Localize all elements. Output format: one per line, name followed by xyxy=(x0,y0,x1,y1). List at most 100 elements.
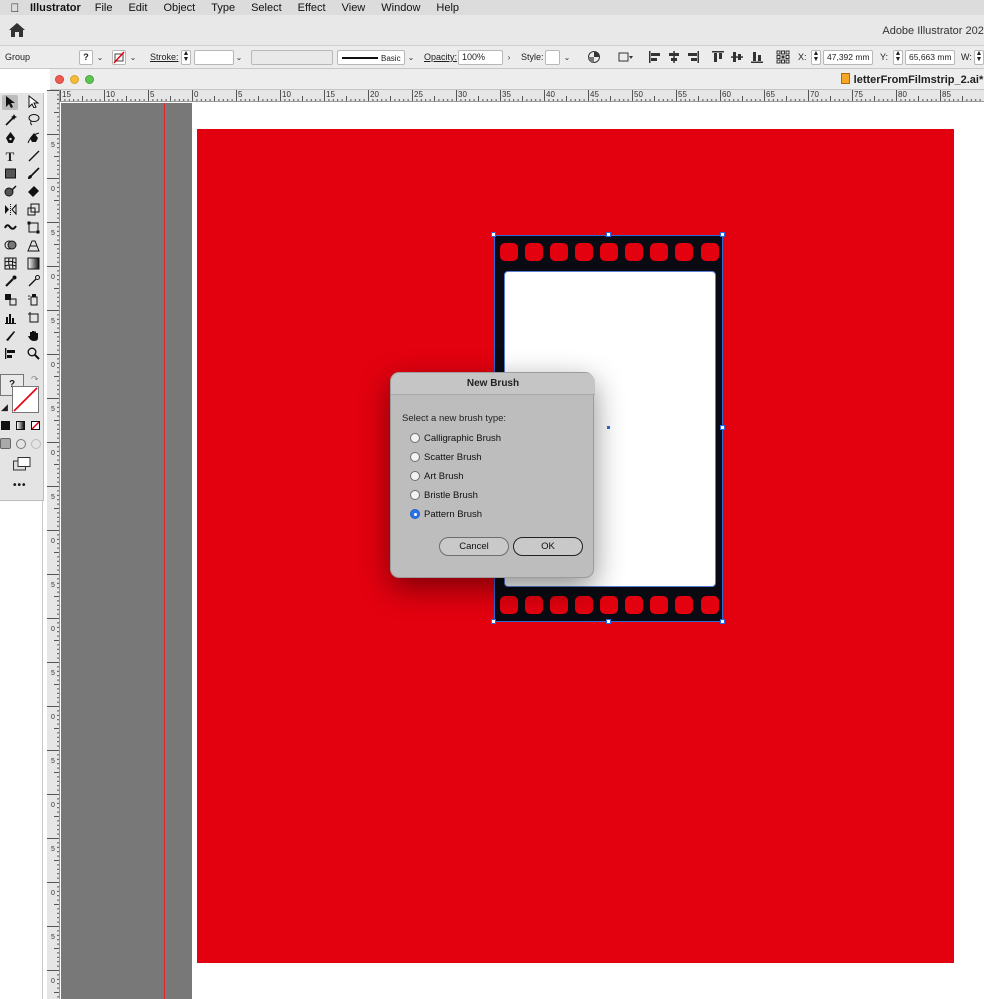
swap-fill-stroke-icon[interactable]: ↷ xyxy=(31,374,39,385)
radio-button-selected[interactable] xyxy=(410,509,420,519)
change-screen-mode-icon[interactable] xyxy=(13,457,31,474)
menu-view[interactable]: View xyxy=(342,2,366,14)
opacity-input[interactable]: 100% xyxy=(458,50,503,65)
warp-tool-icon[interactable] xyxy=(2,221,18,236)
align-top-icon[interactable] xyxy=(711,50,725,65)
shaper-tool-icon[interactable] xyxy=(2,185,18,200)
paintbrush-tool-icon[interactable] xyxy=(25,167,41,182)
resize-handle[interactable] xyxy=(720,619,725,624)
slice-tool-icon[interactable] xyxy=(2,329,18,344)
eraser-tool-icon[interactable] xyxy=(25,185,41,200)
align-tool-icon[interactable] xyxy=(2,347,18,362)
chevron-right-icon[interactable]: › xyxy=(504,50,514,65)
chevron-down-icon[interactable]: ⌄ xyxy=(234,50,244,65)
curvature-tool-icon[interactable] xyxy=(25,131,41,146)
resize-handle[interactable] xyxy=(606,232,611,237)
selection-tool-icon[interactable] xyxy=(2,95,18,110)
type-tool-icon[interactable]: T xyxy=(2,149,18,164)
draw-inside-icon[interactable] xyxy=(31,439,41,449)
option-art-brush[interactable]: Art Brush xyxy=(410,469,464,483)
reflect-tool-icon[interactable] xyxy=(2,203,18,218)
y-stepper[interactable]: ▲ ▼ xyxy=(893,50,903,65)
gradient-tool-icon[interactable] xyxy=(25,257,41,272)
artboard-tool-icon[interactable] xyxy=(25,311,41,326)
stroke-weight-input[interactable] xyxy=(194,50,234,65)
brush-definition[interactable]: Basic xyxy=(337,50,405,65)
menu-type[interactable]: Type xyxy=(211,2,235,14)
mesh-tool-icon[interactable] xyxy=(2,257,18,272)
align-middle-icon[interactable] xyxy=(730,50,744,65)
apple-menu-icon[interactable]:  xyxy=(0,1,30,15)
stroke-weight-stepper[interactable]: ▲ ▼ xyxy=(181,50,191,65)
zoom-window-button[interactable] xyxy=(85,75,94,84)
radio-button[interactable] xyxy=(410,471,420,481)
menu-help[interactable]: Help xyxy=(436,2,459,14)
stroke-swatch[interactable] xyxy=(112,50,126,65)
transform-reference-point-icon[interactable] xyxy=(776,50,790,65)
none-mode-icon[interactable] xyxy=(31,421,40,430)
stroke-indicator[interactable] xyxy=(12,386,39,413)
menu-file[interactable]: File xyxy=(95,2,113,14)
pen-tool-icon[interactable] xyxy=(2,131,18,146)
horizontal-ruler[interactable]: 15 10 5 0 5 10 15 20 25 30 35 40 45 50 5… xyxy=(60,90,984,102)
x-input[interactable]: 47,392 mm xyxy=(823,50,873,65)
align-bottom-icon[interactable] xyxy=(750,50,764,65)
line-segment-tool-icon[interactable] xyxy=(25,149,41,164)
hand-tool-icon[interactable] xyxy=(25,329,41,344)
close-window-button[interactable] xyxy=(55,75,64,84)
menu-app-name[interactable]: Illustrator xyxy=(30,2,81,14)
radio-button[interactable] xyxy=(410,452,420,462)
align-left-icon[interactable] xyxy=(648,50,662,65)
minimize-window-button[interactable] xyxy=(70,75,79,84)
option-scatter-brush[interactable]: Scatter Brush xyxy=(410,450,482,464)
variable-width-profile[interactable] xyxy=(251,50,333,65)
menu-edit[interactable]: Edit xyxy=(128,2,147,14)
resize-handle[interactable] xyxy=(606,619,611,624)
chevron-down-icon[interactable]: ⌄ xyxy=(128,50,138,65)
resize-handle[interactable] xyxy=(720,232,725,237)
x-stepper[interactable]: ▲ ▼ xyxy=(811,50,821,65)
radio-button[interactable] xyxy=(410,490,420,500)
w-stepper[interactable]: ▲ ▼ xyxy=(974,50,984,65)
scale-tool-icon[interactable] xyxy=(25,203,41,218)
eyedropper-tool-icon[interactable] xyxy=(2,275,18,290)
ok-button[interactable]: OK xyxy=(513,537,583,556)
y-input[interactable]: 65,663 mm xyxy=(905,50,955,65)
chevron-down-icon[interactable]: ⌄ xyxy=(95,50,105,65)
vertical-guide[interactable] xyxy=(164,103,165,999)
symbol-sprayer-tool-icon[interactable] xyxy=(25,293,41,308)
menu-window[interactable]: Window xyxy=(381,2,420,14)
rectangle-tool-icon[interactable] xyxy=(2,167,18,182)
lasso-tool-icon[interactable] xyxy=(25,113,41,128)
zoom-tool-icon[interactable] xyxy=(25,347,41,362)
menu-select[interactable]: Select xyxy=(251,2,282,14)
blend-tool-icon[interactable] xyxy=(2,293,18,308)
shape-builder-tool-icon[interactable] xyxy=(2,239,18,254)
document-tab[interactable]: letterFromFilmstrip_2.ai* ( xyxy=(840,73,984,86)
graphic-style-swatch[interactable] xyxy=(545,50,560,65)
perspective-grid-tool-icon[interactable] xyxy=(25,239,41,254)
chevron-down-icon[interactable]: ⌄ xyxy=(562,50,572,65)
pasteboard[interactable] xyxy=(61,103,192,999)
free-transform-tool-icon[interactable] xyxy=(25,221,41,236)
menu-object[interactable]: Object xyxy=(163,2,195,14)
draw-normal-icon[interactable] xyxy=(0,438,11,449)
color-mode-icon[interactable] xyxy=(1,421,10,430)
measure-tool-icon[interactable] xyxy=(25,275,41,290)
vertical-ruler[interactable]: 5 0 5 0 5 0 5 0 5 0 5 0 5 0 5 0 5 0 5 0 xyxy=(47,90,60,999)
draw-behind-icon[interactable] xyxy=(16,439,26,449)
fill-swatch[interactable]: ? xyxy=(79,50,93,65)
resize-handle[interactable] xyxy=(720,425,725,430)
recolor-artwork-icon[interactable] xyxy=(587,50,601,65)
menu-effect[interactable]: Effect xyxy=(298,2,326,14)
gradient-mode-icon[interactable] xyxy=(16,421,25,430)
chevron-down-icon[interactable]: ⌄ xyxy=(406,50,416,65)
magic-wand-tool-icon[interactable] xyxy=(2,113,18,128)
direct-selection-tool-icon[interactable] xyxy=(25,95,41,110)
radio-button[interactable] xyxy=(410,433,420,443)
align-to-selection-icon[interactable] xyxy=(617,50,635,65)
cancel-button[interactable]: Cancel xyxy=(439,537,509,556)
align-center-icon[interactable] xyxy=(667,50,681,65)
column-graph-tool-icon[interactable] xyxy=(2,311,18,326)
default-fill-stroke-icon[interactable]: ◢ xyxy=(1,402,8,413)
